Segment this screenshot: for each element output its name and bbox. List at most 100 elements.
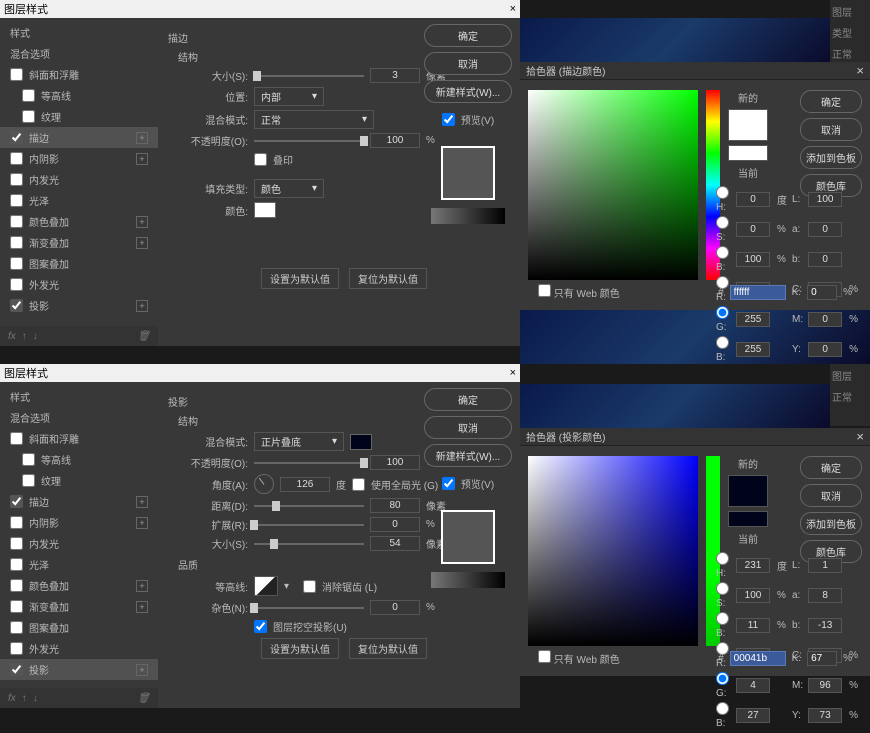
new-style-button[interactable]: 新建样式(W)... [424, 444, 512, 467]
sidebar-item[interactable]: 纹理 [0, 106, 158, 127]
sidebar-item[interactable]: 内发光 [0, 169, 158, 190]
set-default-button[interactable]: 设置为默认值 [261, 638, 339, 659]
effect-checkbox[interactable] [10, 278, 23, 291]
close-icon[interactable]: × [510, 3, 516, 15]
sidebar-item[interactable]: 内发光 [0, 533, 158, 554]
antialias-checkbox[interactable] [303, 580, 316, 593]
noise-slider[interactable] [254, 607, 364, 609]
size-input[interactable] [370, 536, 420, 551]
sidebar-item[interactable]: 外发光 [0, 638, 158, 659]
layers-tab[interactable]: 图层 [832, 4, 868, 19]
b-input[interactable] [736, 252, 770, 267]
trash-icon[interactable]: 🗑 [137, 693, 150, 704]
spread-slider[interactable] [254, 524, 364, 526]
l-input[interactable] [808, 192, 842, 207]
opacity-input[interactable] [370, 133, 420, 148]
color-swatch[interactable] [254, 202, 276, 218]
reset-default-button[interactable]: 复位为默认值 [349, 638, 427, 659]
add-effect-icon[interactable]: + [136, 496, 148, 508]
add-effect-icon[interactable]: + [136, 601, 148, 613]
distance-slider[interactable] [254, 505, 364, 507]
contour-picker[interactable] [254, 576, 278, 596]
close-icon[interactable]: × [856, 63, 864, 78]
bb-radio[interactable] [716, 336, 729, 349]
layers-tab[interactable]: 图层 [832, 368, 868, 383]
sidebar-item[interactable]: 颜色叠加+ [0, 575, 158, 596]
s-input[interactable] [736, 588, 770, 603]
k-input[interactable] [807, 285, 837, 300]
b-radio[interactable] [716, 612, 729, 625]
size-slider[interactable] [254, 75, 364, 77]
sidebar-item[interactable]: 等高线 [0, 85, 158, 106]
distance-input[interactable] [370, 498, 420, 513]
sidebar-item[interactable]: 投影+ [0, 295, 158, 316]
opacity-slider[interactable] [254, 140, 364, 142]
web-only-checkbox[interactable] [538, 650, 551, 663]
effect-checkbox[interactable] [10, 299, 23, 312]
sidebar-item[interactable]: 投影+ [0, 659, 158, 680]
sidebar-item[interactable]: 渐变叠加+ [0, 232, 158, 253]
effect-checkbox[interactable] [22, 474, 35, 487]
current-color-swatch[interactable] [728, 511, 768, 527]
ok-button[interactable]: 确定 [800, 90, 862, 113]
noise-input[interactable] [370, 600, 420, 615]
lab-b-input[interactable] [808, 618, 842, 633]
effect-checkbox[interactable] [10, 537, 23, 550]
fx-icon[interactable]: fx [8, 693, 16, 704]
bb-input[interactable] [736, 708, 770, 723]
sidebar-item[interactable]: 颜色叠加+ [0, 211, 158, 232]
add-effect-icon[interactable]: + [136, 517, 148, 529]
add-effect-icon[interactable]: + [136, 132, 148, 144]
s-input[interactable] [736, 222, 770, 237]
k-input[interactable] [807, 651, 837, 666]
opacity-input[interactable] [370, 455, 420, 470]
add-effect-icon[interactable]: + [136, 153, 148, 165]
g-input[interactable] [736, 312, 770, 327]
add-effect-icon[interactable]: + [136, 664, 148, 676]
bb-radio[interactable] [716, 702, 729, 715]
sidebar-item[interactable]: 斜面和浮雕 [0, 64, 158, 85]
effect-checkbox[interactable] [10, 642, 23, 655]
sidebar-item[interactable]: 等高线 [0, 449, 158, 470]
sidebar-item[interactable]: 图案叠加 [0, 253, 158, 274]
filltype-dropdown[interactable]: 颜色▾ [254, 179, 324, 198]
s-radio[interactable] [716, 216, 729, 229]
blend-options[interactable]: 混合选项 [0, 407, 158, 428]
sv-area[interactable] [528, 90, 698, 280]
g-radio[interactable] [716, 306, 729, 319]
add-effect-icon[interactable]: + [136, 300, 148, 312]
hex-input[interactable] [730, 285, 786, 300]
sidebar-item[interactable]: 图案叠加 [0, 617, 158, 638]
sidebar-item[interactable]: 内阴影+ [0, 512, 158, 533]
ok-button[interactable]: 确定 [800, 456, 862, 479]
blend-options[interactable]: 混合选项 [0, 43, 158, 64]
sidebar-item[interactable]: 外发光 [0, 274, 158, 295]
blend-dropdown[interactable]: 正片叠底▾ [254, 432, 344, 451]
hex-input[interactable] [730, 651, 786, 666]
effect-checkbox[interactable] [10, 257, 23, 270]
reset-default-button[interactable]: 复位为默认值 [349, 268, 427, 289]
styles-header[interactable]: 样式 [0, 22, 158, 43]
arrow-down-icon[interactable]: ↓ [33, 331, 38, 342]
add-effect-icon[interactable]: + [136, 237, 148, 249]
y-input[interactable] [808, 708, 842, 723]
effect-checkbox[interactable] [10, 194, 23, 207]
m-input[interactable] [808, 678, 842, 693]
lab-b-input[interactable] [808, 252, 842, 267]
web-only-checkbox[interactable] [538, 284, 551, 297]
arrow-down-icon[interactable]: ↓ [33, 693, 38, 704]
effect-checkbox[interactable] [22, 89, 35, 102]
b-input[interactable] [736, 618, 770, 633]
add-swatch-button[interactable]: 添加到色板 [800, 146, 862, 169]
g-radio[interactable] [716, 672, 729, 685]
effect-checkbox[interactable] [10, 579, 23, 592]
effect-checkbox[interactable] [10, 152, 23, 165]
close-icon[interactable]: × [510, 367, 516, 379]
close-icon[interactable]: × [856, 429, 864, 444]
angle-input[interactable] [280, 477, 330, 492]
spread-input[interactable] [370, 517, 420, 532]
effect-checkbox[interactable] [10, 600, 23, 613]
sv-area[interactable] [528, 456, 698, 646]
new-style-button[interactable]: 新建样式(W)... [424, 80, 512, 103]
effect-checkbox[interactable] [10, 68, 23, 81]
